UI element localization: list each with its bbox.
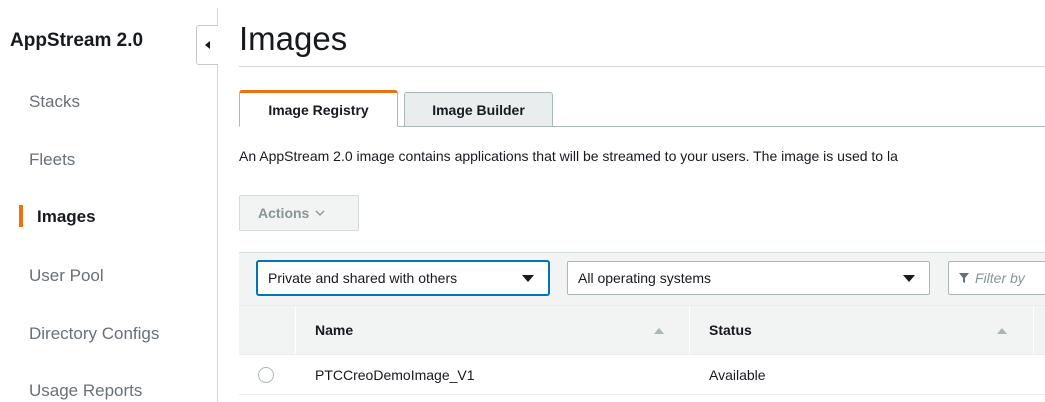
tab-image-builder[interactable]: Image Builder bbox=[404, 92, 553, 126]
os-select-value: All operating systems bbox=[578, 270, 712, 286]
title-divider bbox=[239, 66, 1045, 67]
actions-button[interactable]: Actions bbox=[239, 195, 359, 231]
column-header-status[interactable]: Status bbox=[709, 306, 752, 354]
chevron-down-icon bbox=[315, 210, 325, 216]
sidebar: AppStream 2.0 Stacks Fleets Images User … bbox=[0, 0, 214, 402]
sidebar-item-directory-configs[interactable]: Directory Configs bbox=[29, 324, 159, 344]
sidebar-item-usage-reports[interactable]: Usage Reports bbox=[29, 381, 142, 401]
table-header: Name Status bbox=[239, 305, 1045, 355]
caret-down-icon bbox=[522, 275, 534, 282]
visibility-select-value: Private and shared with others bbox=[268, 270, 458, 286]
cell-status: Available bbox=[709, 367, 766, 383]
visibility-select[interactable]: Private and shared with others bbox=[257, 261, 549, 295]
filter-placeholder: Filter by bbox=[975, 270, 1025, 286]
collapse-sidebar-button[interactable] bbox=[196, 25, 218, 65]
column-divider bbox=[295, 306, 296, 354]
sidebar-item-images[interactable]: Images bbox=[37, 207, 96, 227]
sort-asc-icon[interactable] bbox=[654, 328, 664, 334]
active-indicator bbox=[19, 205, 23, 227]
sidebar-item-fleets[interactable]: Fleets bbox=[29, 150, 75, 170]
row-select-radio[interactable] bbox=[258, 367, 274, 383]
cell-name: PTCCreoDemoImage_V1 bbox=[315, 367, 475, 383]
sidebar-item-user-pool[interactable]: User Pool bbox=[29, 266, 104, 286]
sort-asc-icon[interactable] bbox=[997, 328, 1007, 334]
tab-image-registry[interactable]: Image Registry bbox=[239, 90, 398, 127]
column-divider bbox=[689, 306, 690, 354]
actions-label: Actions bbox=[258, 205, 310, 221]
column-divider bbox=[1033, 306, 1034, 354]
caret-down-icon bbox=[903, 275, 915, 282]
caret-left-icon bbox=[204, 41, 210, 49]
page-title: Images bbox=[239, 20, 348, 57]
sidebar-title: AppStream 2.0 bbox=[10, 30, 144, 51]
os-select[interactable]: All operating systems bbox=[567, 261, 930, 295]
filter-input[interactable]: Filter by bbox=[948, 261, 1045, 295]
page-description: An AppStream 2.0 image contains applicat… bbox=[239, 148, 898, 164]
filter-bar: Private and shared with others All opera… bbox=[239, 252, 1045, 306]
column-header-name[interactable]: Name bbox=[315, 306, 353, 354]
filter-icon bbox=[959, 273, 969, 283]
sidebar-divider bbox=[217, 8, 218, 402]
sidebar-item-stacks[interactable]: Stacks bbox=[29, 92, 80, 112]
table-row[interactable]: PTCCreoDemoImage_V1 Available bbox=[239, 356, 1045, 395]
